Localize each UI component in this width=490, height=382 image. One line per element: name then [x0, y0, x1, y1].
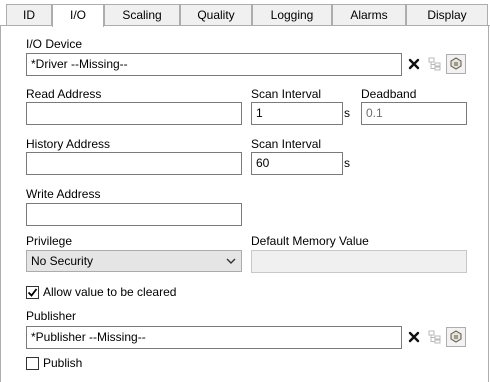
read-scan-interval-unit: s — [344, 106, 350, 120]
deadband-field[interactable]: 0.1 — [361, 102, 467, 125]
read-address-field[interactable] — [26, 102, 242, 125]
io-device-tree-button[interactable] — [425, 54, 445, 74]
history-address-field[interactable] — [26, 152, 242, 175]
tab-id[interactable]: ID — [6, 4, 52, 26]
panel-border — [0, 25, 1, 382]
tab-logging[interactable]: Logging — [252, 4, 332, 26]
io-device-clear-button[interactable] — [404, 54, 424, 74]
tab-strip: ID I/O Scaling Quality Logging Alarms Di… — [0, 4, 490, 27]
write-address-label: Write Address — [26, 187, 101, 201]
tab-alarms[interactable]: Alarms — [332, 4, 406, 26]
privilege-value: No Security — [31, 254, 94, 268]
history-scan-interval-field[interactable]: 60 — [251, 152, 343, 175]
tree-icon — [428, 330, 441, 344]
allow-cleared-label[interactable]: Allow value to be cleared — [43, 285, 176, 299]
publish-label[interactable]: Publish — [43, 356, 82, 370]
tab-display[interactable]: Display — [406, 4, 488, 26]
publisher-clear-button[interactable] — [404, 327, 424, 347]
chevron-down-icon — [226, 251, 236, 279]
io-device-label: I/O Device — [26, 37, 83, 51]
read-scan-interval-label: Scan Interval — [251, 87, 322, 101]
history-address-label: History Address — [26, 137, 111, 151]
close-icon — [408, 58, 420, 70]
read-address-label: Read Address — [26, 87, 102, 101]
read-scan-interval-field[interactable]: 1 — [251, 102, 343, 125]
io-device-field[interactable]: *Driver --Missing-- — [26, 53, 402, 76]
history-scan-interval-unit: s — [344, 156, 350, 170]
publisher-field[interactable]: *Publisher --Missing-- — [26, 326, 402, 349]
history-scan-interval-label: Scan Interval — [251, 137, 322, 151]
close-icon — [408, 331, 420, 343]
privilege-label: Privilege — [26, 234, 73, 248]
tab-io[interactable]: I/O — [52, 4, 104, 27]
io-device-browse-button[interactable] — [446, 54, 466, 74]
panel-border — [488, 25, 489, 382]
write-address-field[interactable] — [26, 203, 242, 226]
privilege-dropdown[interactable]: No Security — [26, 250, 242, 272]
default-memory-value-label: Default Memory Value — [251, 234, 369, 248]
tab-scaling[interactable]: Scaling — [104, 4, 180, 26]
tab-quality[interactable]: Quality — [180, 4, 252, 26]
publisher-label: Publisher — [26, 309, 77, 323]
tag-browse-icon — [450, 330, 462, 343]
allow-cleared-checkbox[interactable] — [26, 286, 39, 299]
publisher-tree-button[interactable] — [425, 327, 445, 347]
checkmark-icon — [27, 288, 38, 297]
tree-icon — [428, 57, 441, 71]
tag-browse-icon — [450, 57, 462, 70]
publish-checkbox[interactable] — [26, 357, 39, 370]
publisher-browse-button[interactable] — [446, 327, 466, 347]
default-memory-value-field — [251, 250, 467, 273]
deadband-label: Deadband — [361, 87, 417, 101]
